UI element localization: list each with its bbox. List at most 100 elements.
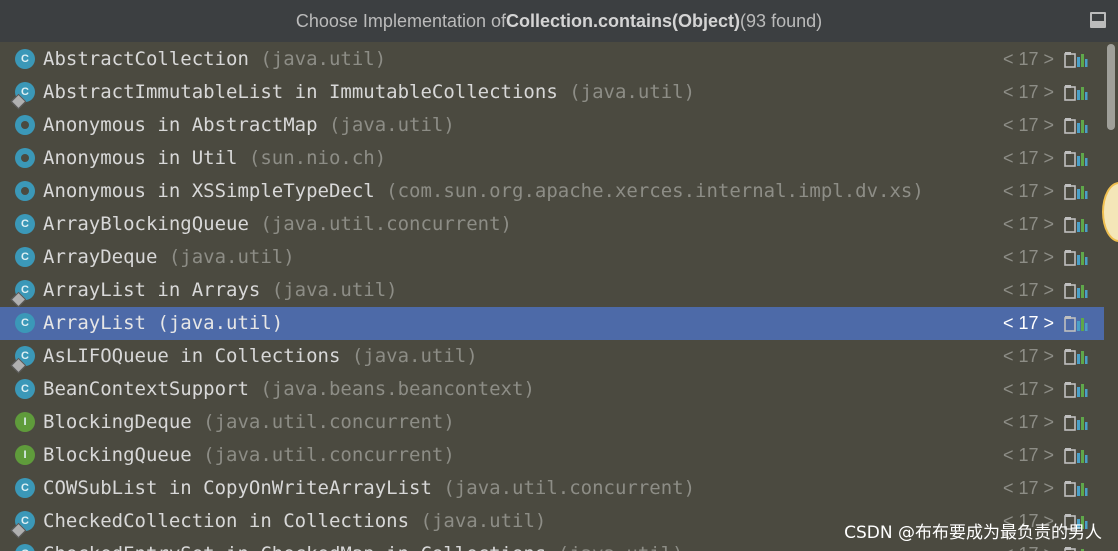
package-name: (java.util)	[569, 81, 696, 103]
watermark: CSDN @布布要成为最负责的男人	[844, 523, 1102, 543]
class-icon: C	[15, 214, 35, 234]
list-item[interactable]: Anonymous in XSSimpleTypeDecl (com.sun.o…	[0, 175, 1104, 208]
class-name: Anonymous in XSSimpleTypeDecl	[43, 180, 387, 202]
abstract-class-icon: C	[15, 49, 35, 69]
jdk-version: < 17 >	[1002, 82, 1054, 102]
list-item[interactable]: Anonymous in Util (sun.nio.ch) < 17 >	[0, 142, 1104, 175]
list-item[interactable]: C BeanContextSupport (java.beans.beancont…	[0, 373, 1104, 406]
library-icon	[1064, 217, 1088, 233]
jdk-version: < 17 >	[1002, 478, 1054, 498]
scrollbar-thumb[interactable]	[1107, 44, 1115, 130]
title-prefix: Choose Implementation of	[295, 10, 507, 31]
item-label: AbstractImmutableList in ImmutableCollec…	[43, 76, 695, 109]
package-name: (java.util)	[420, 510, 547, 532]
item-label: Anonymous in XSSimpleTypeDecl (com.sun.o…	[43, 175, 924, 208]
library-icon	[1064, 85, 1088, 101]
library-icon	[1064, 481, 1088, 497]
jdk-version: < 17 >	[1002, 280, 1054, 300]
class-name: CheckedEntrySet in CheckedMap in Collect…	[43, 543, 558, 551]
title-count: (93 found)	[740, 10, 823, 31]
item-label: BlockingQueue (java.util.concurrent)	[43, 439, 455, 472]
package-name: (java.util)	[328, 114, 455, 136]
popup-title-bar: Choose Implementation of Collection.cont…	[0, 0, 1118, 42]
item-label: ArrayList in Arrays (java.util)	[43, 274, 398, 307]
package-name: (sun.nio.ch)	[248, 147, 387, 169]
class-icon: C	[15, 313, 35, 333]
jdk-version: < 17 >	[1002, 379, 1054, 399]
jdk-version: < 17 >	[1002, 148, 1054, 168]
package-name: (java.util)	[168, 246, 295, 268]
open-in-window-icon[interactable]	[1090, 12, 1106, 28]
item-label: ArrayDeque (java.util)	[43, 241, 295, 274]
list-item[interactable]: C AbstractImmutableList in ImmutableColle…	[0, 76, 1104, 110]
class-icon: C	[15, 478, 35, 498]
class-name: AbstractImmutableList in ImmutableCollec…	[43, 81, 570, 103]
jdk-version: < 17 >	[1002, 313, 1054, 333]
package-name: (java.util.concurrent)	[443, 477, 696, 499]
item-label: AsLIFOQueue in Collections (java.util)	[43, 340, 478, 373]
package-name: (java.util)	[157, 312, 284, 334]
list-item[interactable]: C COWSubList in CopyOnWriteArrayList (jav…	[0, 472, 1104, 505]
library-icon	[1064, 547, 1084, 551]
library-icon	[1064, 250, 1088, 266]
list-item[interactable]: C ArrayList in Arrays (java.util) < 17 >	[0, 274, 1104, 308]
list-item[interactable]: C ArrayDeque (java.util) < 17 >	[0, 241, 1104, 274]
library-icon	[1064, 382, 1088, 398]
jdk-version: < 17 >	[1002, 445, 1054, 465]
library-icon	[1064, 316, 1088, 332]
list-item[interactable]: I BlockingQueue (java.util.concurrent) < 1…	[0, 439, 1104, 472]
package-name: (java.util)	[260, 48, 387, 70]
item-label: BlockingDeque (java.util.concurrent)	[43, 406, 455, 439]
class-icon: C	[15, 379, 35, 399]
jdk-version: < 17 >	[1002, 346, 1054, 366]
library-icon	[1064, 118, 1088, 134]
library-icon	[1064, 52, 1088, 68]
class-name: Anonymous in Util	[43, 147, 249, 169]
jdk-version: < 17 >	[1002, 181, 1054, 201]
item-label: AbstractCollection (java.util)	[43, 43, 386, 76]
library-icon	[1064, 415, 1088, 431]
title-method: Collection.contains(Object)	[506, 10, 741, 31]
list-item[interactable]: C ArrayBlockingQueue (java.util.concurren…	[0, 208, 1104, 241]
class-icon: C	[15, 544, 35, 551]
package-name: (java.util)	[351, 345, 478, 367]
list-item[interactable]: C AbstractCollection (java.util) < 17 >	[0, 43, 1104, 76]
jdk-version: < 17 >	[1002, 49, 1054, 69]
anonymous-class-icon	[15, 115, 35, 135]
item-label: ArrayList (java.util)	[43, 307, 283, 340]
class-name: Anonymous in AbstractMap	[43, 114, 329, 136]
list-item-selected[interactable]: C ArrayList (java.util) < 17 >	[0, 307, 1104, 340]
item-label: Anonymous in AbstractMap (java.util)	[43, 109, 455, 142]
package-name: (java.util)	[271, 279, 398, 301]
implementation-list: C AbstractCollection (java.util) < 17 > C Ab…	[0, 42, 1104, 551]
jdk-version: < 17 >	[1002, 115, 1054, 135]
item-label: CheckedCollection in Collections (java.u…	[43, 505, 546, 538]
interface-icon: I	[15, 412, 35, 432]
class-name: ArrayList	[43, 312, 158, 334]
list-item[interactable]: C AsLIFOQueue in Collections (java.util) <…	[0, 340, 1104, 374]
list-item[interactable]: Anonymous in AbstractMap (java.util) < 17…	[0, 109, 1104, 142]
anonymous-class-icon	[15, 148, 35, 168]
scrollbar[interactable]	[1104, 42, 1118, 551]
package-name: (java.util.concurrent)	[260, 213, 513, 235]
class-name: AbstractCollection	[43, 48, 261, 70]
interface-icon: I	[15, 445, 35, 465]
class-name: BlockingQueue	[43, 444, 204, 466]
class-name: CheckedCollection in Collections	[43, 510, 421, 532]
class-name: ArrayList in Arrays	[43, 279, 272, 301]
item-label: CheckedEntrySet in CheckedMap in Collect…	[43, 538, 684, 551]
library-icon	[1064, 283, 1088, 299]
package-name: (java.util)	[558, 543, 684, 551]
item-label: COWSubList in CopyOnWriteArrayList (java…	[43, 472, 695, 505]
class-name: BeanContextSupport	[43, 378, 261, 400]
item-label: Anonymous in Util (sun.nio.ch)	[43, 142, 386, 175]
item-label: ArrayBlockingQueue (java.util.concurrent…	[43, 208, 512, 241]
item-label: BeanContextSupport (java.beans.beanconte…	[43, 373, 535, 406]
class-name: BlockingDeque	[43, 411, 204, 433]
list-item[interactable]: I BlockingDeque (java.util.concurrent) < 1…	[0, 406, 1104, 439]
class-name: AsLIFOQueue in Collections	[43, 345, 352, 367]
anonymous-class-icon	[15, 181, 35, 201]
class-name: ArrayDeque	[43, 246, 169, 268]
package-name: (java.beans.beancontext)	[260, 378, 535, 400]
class-icon: C	[15, 247, 35, 267]
